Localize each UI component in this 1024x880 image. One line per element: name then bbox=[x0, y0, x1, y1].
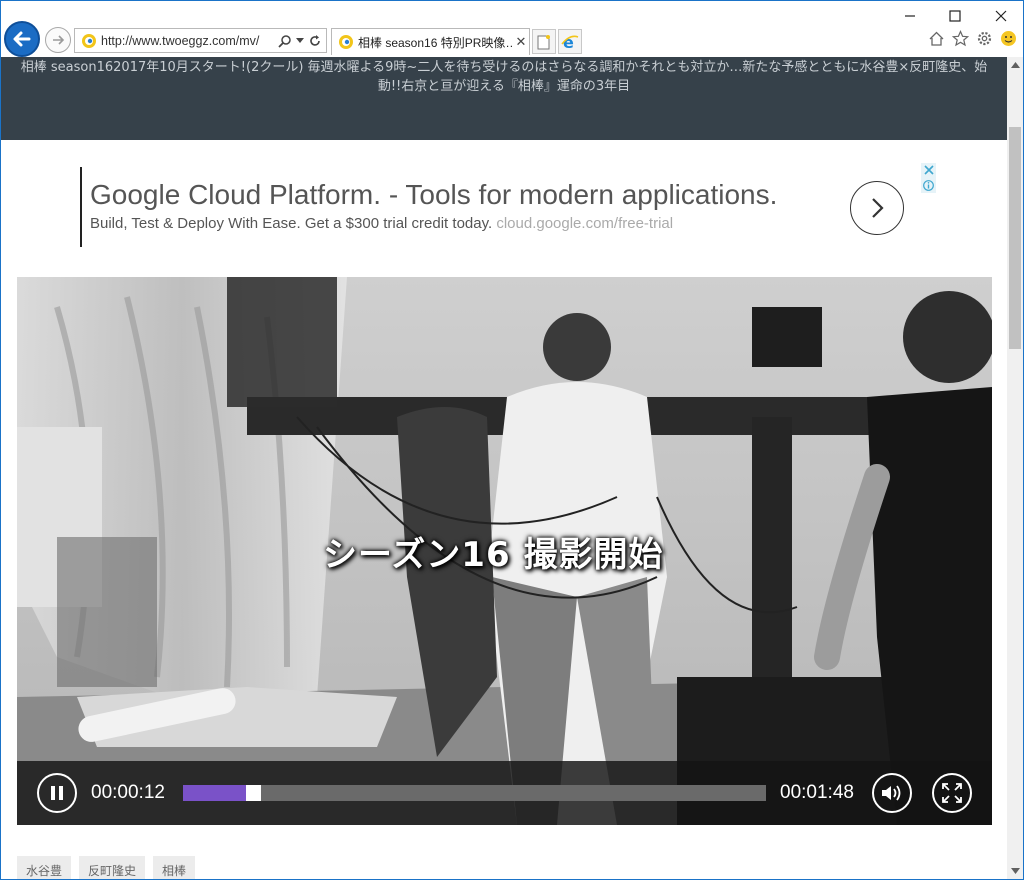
back-arrow-icon bbox=[13, 31, 31, 47]
address-tools bbox=[278, 34, 326, 48]
close-window-button[interactable] bbox=[981, 5, 1021, 27]
fullscreen-icon bbox=[942, 783, 962, 803]
ad-choices[interactable] bbox=[921, 163, 936, 193]
scroll-up-icon[interactable] bbox=[1007, 57, 1023, 73]
ad-arrow-button[interactable] bbox=[850, 181, 904, 235]
smiley-feedback-icon[interactable] bbox=[999, 29, 1017, 47]
tab-title: 相棒 season16 特別PR映像… bbox=[358, 35, 513, 50]
ad-headline[interactable]: Google Cloud Platform. - Tools for moder… bbox=[90, 179, 777, 211]
video-duration: 00:01:48 bbox=[780, 782, 854, 803]
forward-button[interactable] bbox=[45, 27, 71, 53]
video-controls: 00:00:12 00:01:48 bbox=[17, 761, 992, 825]
vertical-scrollbar[interactable] bbox=[1007, 57, 1023, 879]
ad-domain[interactable]: cloud.google.com/free-trial bbox=[496, 215, 673, 232]
tag-item[interactable]: 相棒 bbox=[153, 856, 196, 879]
volume-icon bbox=[882, 785, 901, 801]
progress-fill bbox=[183, 785, 246, 801]
google-ad[interactable]: Google Cloud Platform. - Tools for moder… bbox=[80, 163, 936, 249]
back-button[interactable] bbox=[4, 21, 40, 57]
favorites-star-icon[interactable] bbox=[951, 29, 969, 47]
active-tab[interactable]: 相棒 season16 特別PR映像… ✕ bbox=[331, 28, 530, 55]
scrollbar-thumb[interactable] bbox=[1009, 127, 1021, 349]
address-url[interactable]: http://www.twoeggz.com/mv/ bbox=[101, 34, 278, 48]
minimize-icon bbox=[905, 15, 915, 17]
video-caption: シーズン16 撮影開始 bbox=[323, 535, 664, 575]
ad-description: Build, Test & Deploy With Ease. Get a $3… bbox=[90, 215, 493, 232]
ad-subtext[interactable]: Build, Test & Deploy With Ease. Get a $3… bbox=[90, 215, 673, 232]
maximize-icon bbox=[949, 10, 961, 22]
pause-button[interactable] bbox=[37, 773, 77, 813]
volume-button[interactable] bbox=[872, 773, 912, 813]
ad-info-icon[interactable] bbox=[923, 179, 934, 191]
tab-close-icon[interactable]: ✕ bbox=[513, 34, 529, 50]
chevron-right-icon bbox=[872, 198, 884, 218]
address-bar[interactable]: http://www.twoeggz.com/mv/ bbox=[74, 28, 327, 53]
new-tab-icon bbox=[537, 34, 550, 49]
progress-slider[interactable] bbox=[183, 785, 766, 801]
page-content: 相棒 season162017年10月スタート!(2クール) 毎週水曜よる9時~… bbox=[1, 57, 1007, 879]
browser-window: http://www.twoeggz.com/mv/ 相棒 season16 特… bbox=[0, 0, 1024, 880]
close-icon bbox=[995, 10, 1007, 22]
tag-item[interactable]: 水谷豊 bbox=[17, 856, 72, 879]
browser-right-tools bbox=[927, 29, 1017, 47]
video-player[interactable]: シーズン16 撮影開始 00:00:12 00:01:48 bbox=[17, 277, 992, 825]
tab-favicon-icon bbox=[339, 35, 353, 49]
site-favicon-icon bbox=[82, 33, 96, 48]
refresh-icon[interactable] bbox=[308, 34, 322, 48]
pause-icon bbox=[51, 786, 63, 800]
search-icon[interactable] bbox=[278, 34, 292, 48]
header-banner: 相棒 season162017年10月スタート!(2クール) 毎週水曜よる9時~… bbox=[1, 57, 1007, 140]
fullscreen-button[interactable] bbox=[932, 773, 972, 813]
banner-description: 相棒 season162017年10月スタート!(2クール) 毎週水曜よる9時~… bbox=[20, 60, 988, 94]
forward-arrow-icon bbox=[53, 35, 65, 45]
ie-logo-button[interactable]: e bbox=[558, 29, 582, 54]
ad-close-icon[interactable] bbox=[923, 165, 934, 175]
home-icon[interactable] bbox=[927, 29, 945, 47]
ad-divider bbox=[80, 167, 82, 247]
tag-item[interactable]: 反町隆史 bbox=[79, 856, 146, 879]
scroll-down-icon[interactable] bbox=[1007, 863, 1023, 879]
new-tab-button[interactable] bbox=[532, 29, 556, 54]
settings-gear-icon[interactable] bbox=[975, 29, 993, 47]
maximize-button[interactable] bbox=[935, 5, 975, 27]
progress-thumb[interactable] bbox=[246, 785, 261, 801]
minimize-button[interactable] bbox=[890, 5, 930, 27]
current-time: 00:00:12 bbox=[91, 782, 165, 803]
tag-list: 水谷豊 反町隆史 相棒 bbox=[17, 856, 196, 879]
browser-toolbar: http://www.twoeggz.com/mv/ 相棒 season16 特… bbox=[1, 1, 1023, 57]
internet-explorer-icon: e bbox=[561, 33, 579, 51]
dropdown-icon[interactable] bbox=[296, 37, 304, 44]
